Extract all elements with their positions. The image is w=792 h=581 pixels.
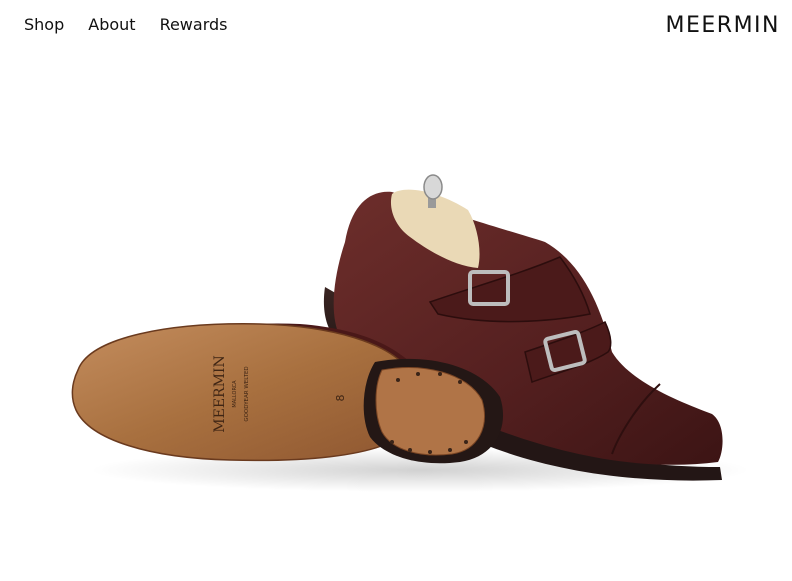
brand-logo[interactable]: MEERMIN <box>666 12 781 40</box>
svg-text:MEERMIN: MEERMIN <box>212 355 228 432</box>
shoe-illustration: MEERMIN MALLORCA GOODYEAR WELTED 8 <box>71 174 750 492</box>
main-nav: Shop About Rewards <box>24 14 227 36</box>
sole-size-mark: 8 <box>334 395 347 402</box>
nav-shop-link[interactable]: Shop <box>24 14 64 36</box>
site-header: Shop About Rewards MEERMIN <box>0 0 792 52</box>
svg-text:MALLORCA: MALLORCA <box>232 380 238 408</box>
svg-text:GOODYEAR WELTED: GOODYEAR WELTED <box>244 366 250 421</box>
nav-rewards-link[interactable]: Rewards <box>160 14 228 36</box>
nav-about-link[interactable]: About <box>88 14 135 36</box>
shoe-tree-knob <box>423 174 443 200</box>
hero-product-image: MEERMIN MALLORCA GOODYEAR WELTED 8 <box>0 52 792 581</box>
